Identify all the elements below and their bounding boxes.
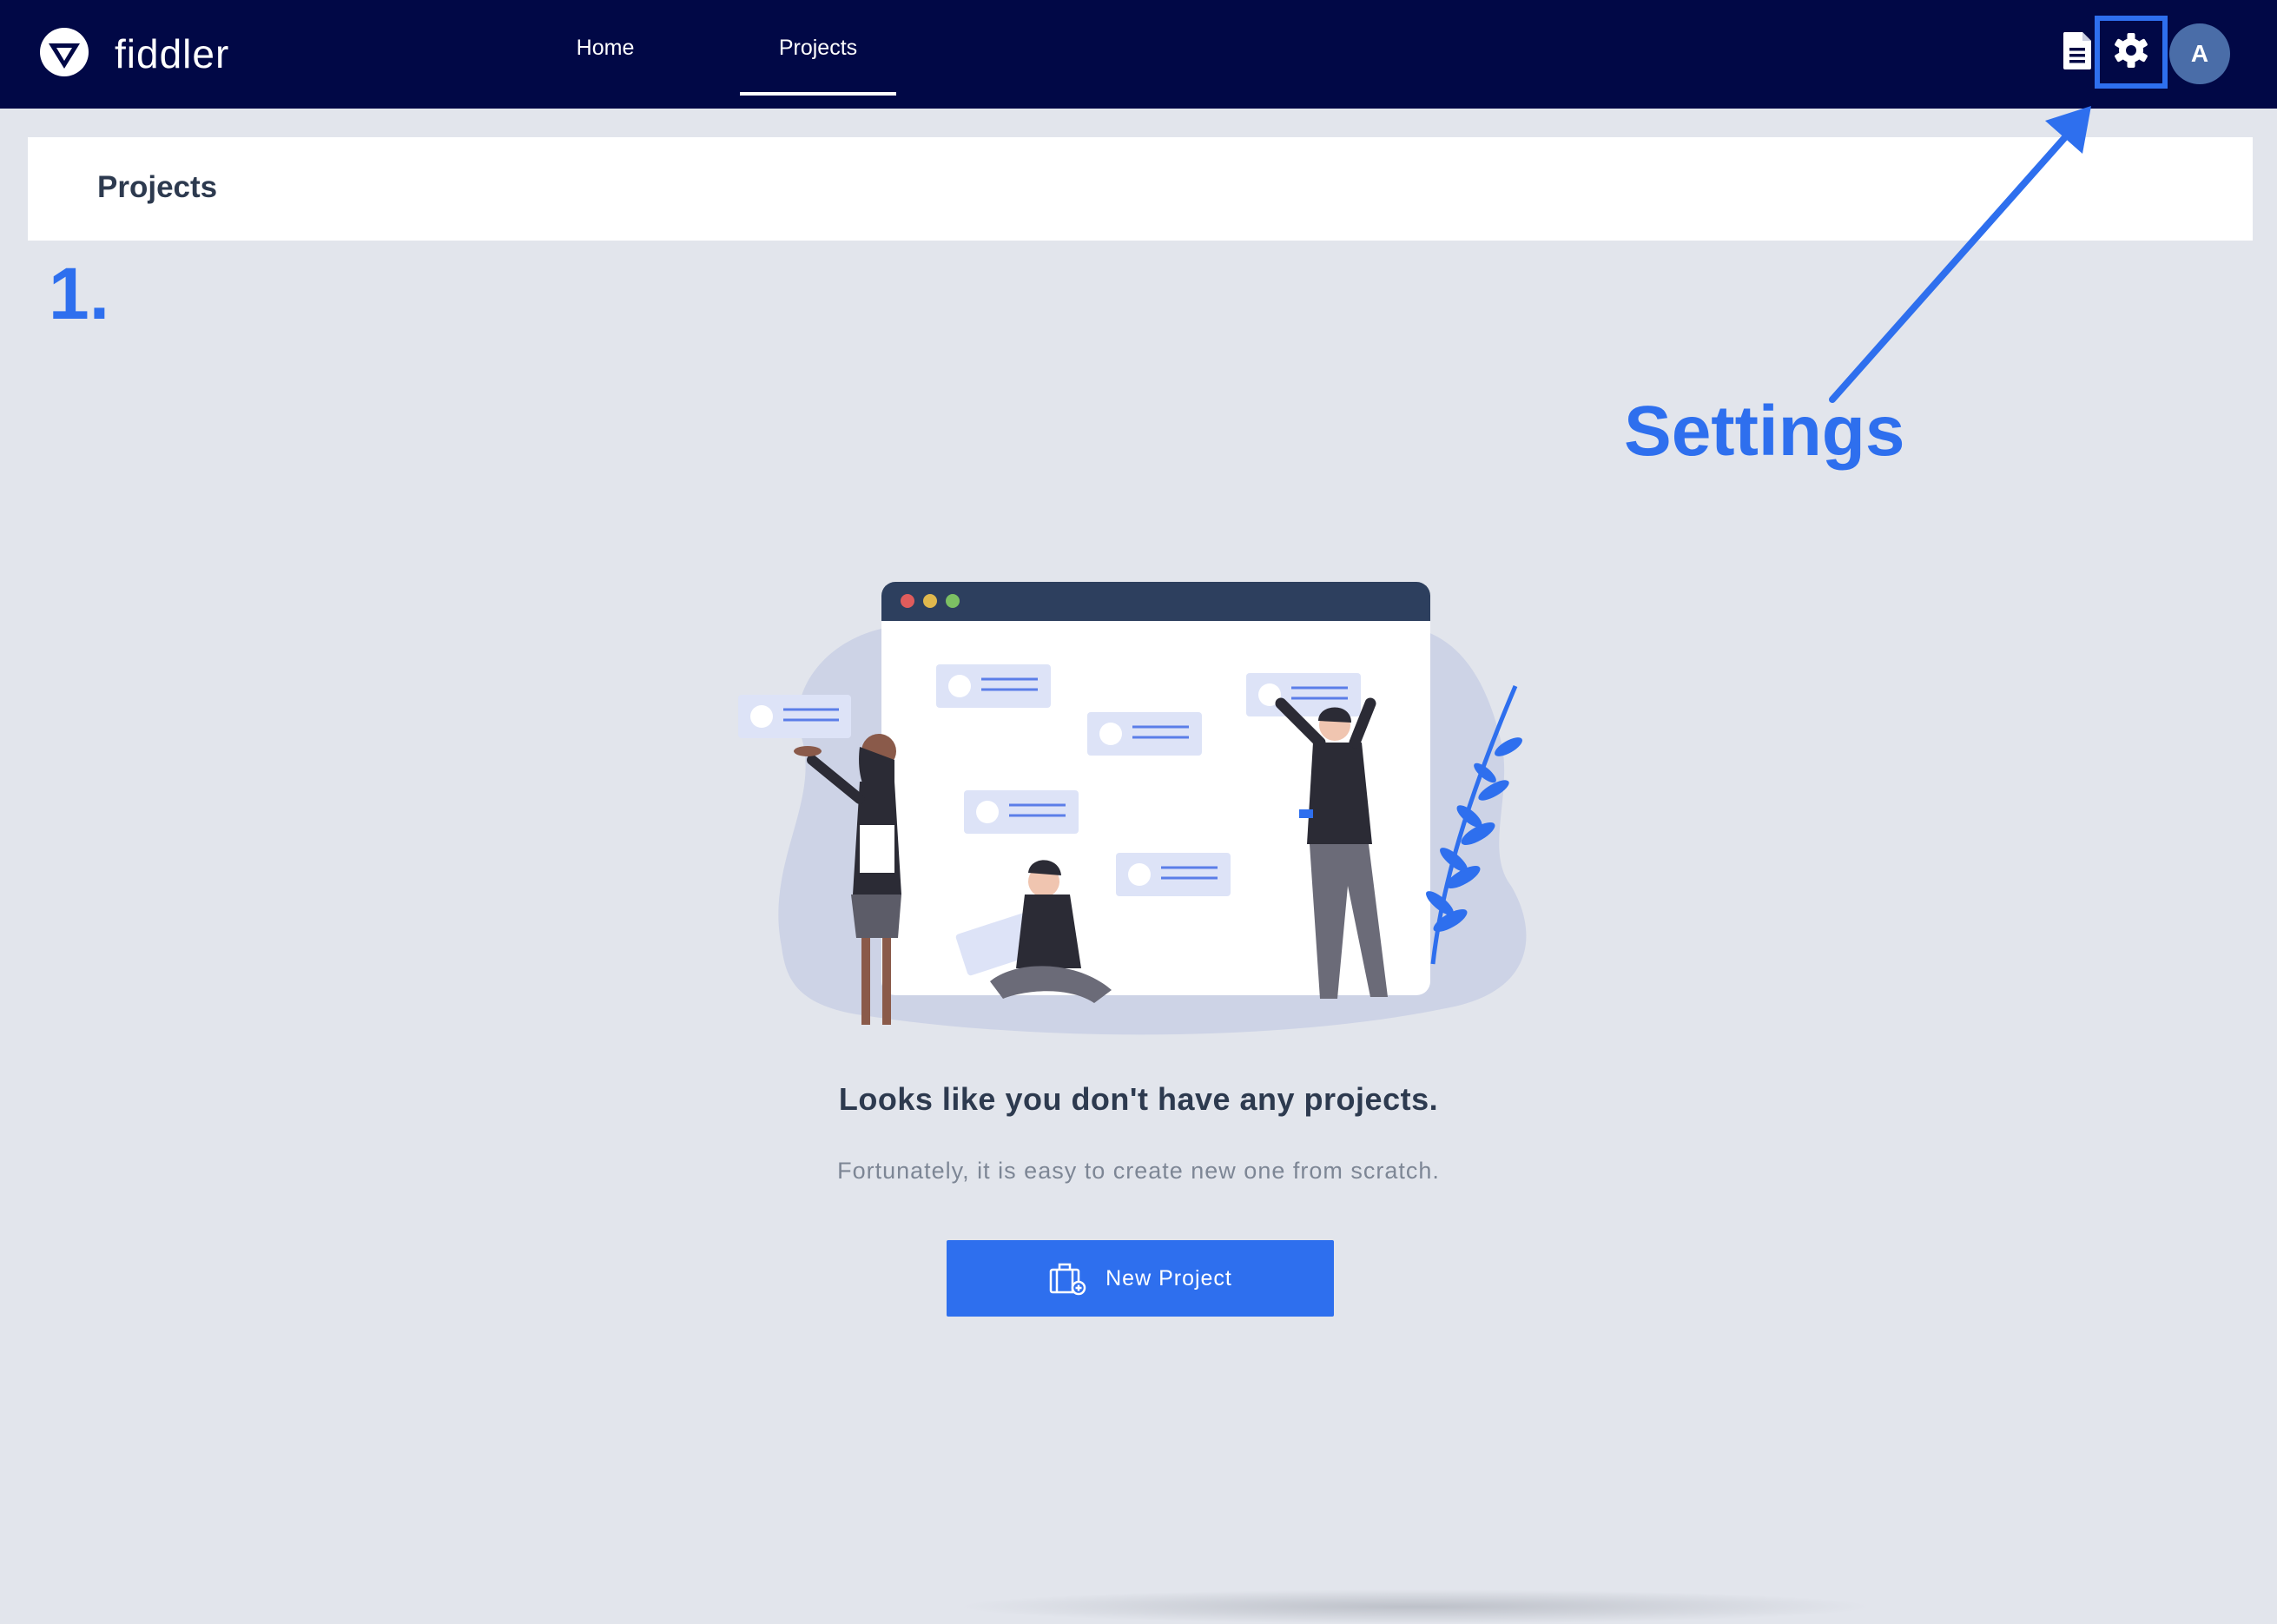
empty-state-subtitle: Fortunately, it is easy to create new on… [837,1158,1440,1184]
new-project-label: New Project [1106,1265,1232,1291]
empty-projects-illustration [738,582,1527,1035]
bottom-shadow [955,1589,1876,1624]
new-project-button[interactable]: New Project [947,1240,1334,1317]
briefcase-add-icon [1048,1261,1086,1296]
empty-state-title: Looks like you don't have any projects. [838,1081,1439,1117]
